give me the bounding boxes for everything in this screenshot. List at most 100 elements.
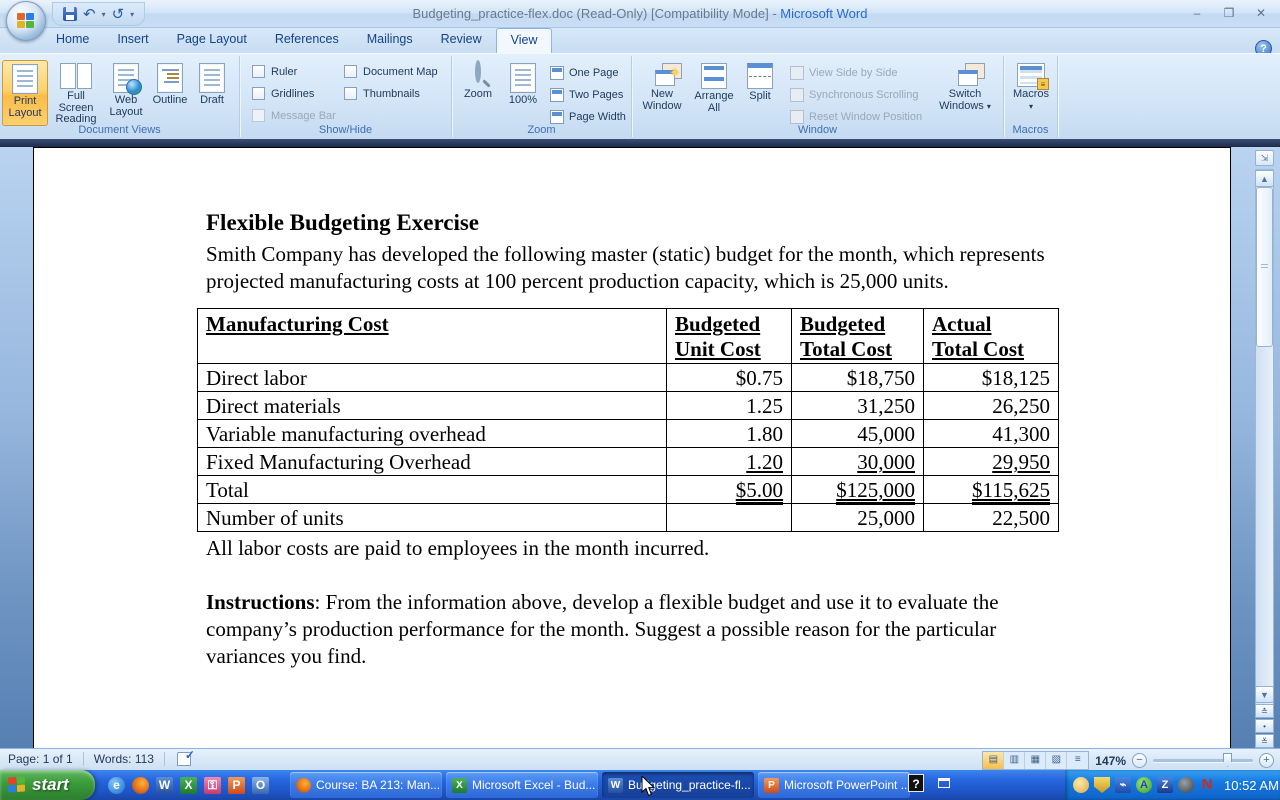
close-button[interactable]: ✕ <box>1250 5 1272 21</box>
window-title: Budgeting_practice-flex.doc (Read-Only) … <box>0 6 1280 21</box>
row-actual-total: 22,500 <box>924 504 1059 532</box>
table-row-total: Total $5.00 $125,000 $115,625 <box>198 476 1059 504</box>
taskbar-help-icon[interactable]: ? <box>908 774 924 792</box>
print-layout-button[interactable]: PrintLayout <box>2 60 48 126</box>
zoom-in-icon[interactable]: + <box>1259 753 1274 768</box>
split-button[interactable]: Split <box>740 60 780 126</box>
gridlines-checkbox[interactable]: Gridlines <box>252 87 314 100</box>
ie-icon[interactable]: e <box>108 777 125 794</box>
one-page-button[interactable]: One Page <box>550 63 619 83</box>
taskbar-window-icon[interactable] <box>938 778 950 788</box>
scroll-up-icon[interactable]: ▲ <box>1255 170 1274 187</box>
scroll-down-icon[interactable]: ▼ <box>1255 686 1274 703</box>
messenger-icon[interactable] <box>1073 777 1089 793</box>
zoom-100-button[interactable]: 100% <box>502 60 544 126</box>
header-manufacturing-cost: Manufacturing Cost <box>206 312 389 336</box>
restore-button[interactable]: ❒ <box>1218 5 1240 21</box>
thumbnails-checkbox[interactable]: Thumbnails <box>344 87 420 100</box>
zoom-icon <box>466 63 490 87</box>
task-word-active[interactable]: W Budgeting_practice-fl... <box>602 772 754 798</box>
vertical-scrollbar[interactable]: ⇲ ▲ ▼ ≛ • ≚ <box>1255 147 1274 748</box>
web-layout-icon <box>113 63 139 93</box>
zoom-slider[interactable] <box>1153 759 1253 762</box>
table-row: Direct materials 1.25 31,250 26,250 <box>198 392 1059 420</box>
full-screen-reading-button[interactable]: Full ScreenReading <box>50 60 102 126</box>
next-page-icon[interactable]: ≚ <box>1255 734 1274 748</box>
volume-icon[interactable] <box>1178 777 1194 793</box>
zoom-button[interactable]: Zoom <box>456 60 500 126</box>
arrange-all-button[interactable]: ArrangeAll <box>690 60 738 126</box>
outlook-icon[interactable]: O <box>252 777 269 794</box>
page-indicator[interactable]: Page: 1 of 1 <box>8 752 73 766</box>
minimize-button[interactable]: – <box>1186 5 1208 21</box>
macros-button[interactable]: ≡ Macros▾ <box>1007 60 1055 126</box>
zoom-slider-thumb[interactable] <box>1223 753 1232 767</box>
view-outline-icon[interactable]: ▧ <box>1046 752 1067 769</box>
document-page[interactable]: Flexible Budgeting Exercise Smith Compan… <box>33 147 1231 748</box>
tab-review[interactable]: Review <box>427 28 496 53</box>
switch-windows-button[interactable]: SwitchWindows ▾ <box>936 60 994 126</box>
new-window-icon: ✦ <box>647 63 677 87</box>
shield-icon[interactable] <box>1094 777 1110 793</box>
select-browse-object-icon[interactable]: • <box>1255 719 1274 733</box>
two-pages-button[interactable]: Two Pages <box>550 85 623 105</box>
ribbon-bottom-edge <box>0 139 1280 147</box>
doc-instructions: Instructions: From the information above… <box>206 589 1066 670</box>
previous-page-icon[interactable]: ≛ <box>1255 704 1274 718</box>
office-button[interactable] <box>6 1 46 41</box>
ribbon-tab-row: Home Insert Page Layout References Maili… <box>0 28 1280 53</box>
view-print-layout-icon[interactable]: ▤ <box>983 752 1004 769</box>
excel-icon[interactable]: X <box>180 777 197 794</box>
n-icon[interactable]: N <box>1199 777 1215 793</box>
view-draft-icon[interactable]: ≡ <box>1067 752 1088 769</box>
view-web-layout-icon[interactable]: ▦ <box>1025 752 1046 769</box>
group-show-hide: Ruler Gridlines Message Bar Document Map… <box>240 56 452 137</box>
tab-view[interactable]: View <box>496 28 553 53</box>
instructions-label: Instructions <box>206 590 315 614</box>
firefox-icon[interactable] <box>132 777 149 794</box>
task-firefox-course[interactable]: Course: BA 213: Man... <box>290 772 442 798</box>
print-layout-label: Print <box>14 95 37 107</box>
outline-button[interactable]: Outline <box>149 60 191 126</box>
outline-icon <box>157 63 183 93</box>
draft-button[interactable]: Draft <box>192 60 232 126</box>
scrollbar-thumb[interactable] <box>1256 187 1273 347</box>
task-excel[interactable]: X Microsoft Excel - Bud... <box>446 772 598 798</box>
ruler-toggle-icon[interactable]: ⇲ <box>1255 150 1274 166</box>
synchronous-scrolling-button: Synchronous Scrolling <box>790 85 918 105</box>
tool-icon[interactable]: ⌁ <box>1115 777 1131 793</box>
word-icon[interactable]: W <box>156 777 173 794</box>
powerpoint-icon[interactable]: P <box>228 777 245 794</box>
doc-paragraph: Smith Company has developed the followin… <box>206 241 1058 295</box>
green-a-icon[interactable]: A <box>1136 777 1152 793</box>
new-window-button[interactable]: ✦ NewWindow <box>638 60 686 126</box>
ruler-checkbox[interactable]: Ruler <box>252 65 297 78</box>
task-powerpoint[interactable]: P Microsoft PowerPoint ... <box>758 772 910 798</box>
table-row: Variable manufacturing overhead 1.80 45,… <box>198 420 1059 448</box>
start-button[interactable]: start <box>0 770 95 800</box>
clock[interactable]: 10:52 AM <box>1224 778 1279 793</box>
zoom-out-icon[interactable]: − <box>1132 753 1147 768</box>
web-layout-button[interactable]: WebLayout <box>104 60 148 126</box>
table-header-row: Manufacturing Cost BudgetedUnit Cost Bud… <box>198 309 1059 364</box>
word-count[interactable]: Words: 113 <box>94 752 154 766</box>
proofing-status-icon[interactable]: ✓ <box>175 752 193 766</box>
zoom-level[interactable]: 147% <box>1095 754 1126 768</box>
split-icon <box>747 63 773 89</box>
document-map-checkbox[interactable]: Document Map <box>344 65 438 78</box>
tab-page-layout[interactable]: Page Layout <box>163 28 261 53</box>
row-actual-total: 29,950 <box>992 450 1050 474</box>
taskbar-misc: ? <box>908 774 950 792</box>
print-layout-icon <box>12 64 38 94</box>
z-icon[interactable]: Z <box>1157 777 1173 793</box>
system-tray: ⌁ A Z N 10:52 AM <box>1065 770 1280 800</box>
tab-references[interactable]: References <box>261 28 353 53</box>
tab-mailings[interactable]: Mailings <box>353 28 427 53</box>
tab-insert[interactable]: Insert <box>103 28 162 53</box>
key-icon[interactable]: ⚿ <box>204 777 221 794</box>
view-full-screen-icon[interactable]: ▥ <box>1004 752 1025 769</box>
macros-dropdown-icon: ▾ <box>1029 102 1033 111</box>
view-side-by-side-button: View Side by Side <box>790 63 897 83</box>
table-row: Fixed Manufacturing Overhead 1.20 30,000… <box>198 448 1059 476</box>
tab-home[interactable]: Home <box>42 28 103 53</box>
